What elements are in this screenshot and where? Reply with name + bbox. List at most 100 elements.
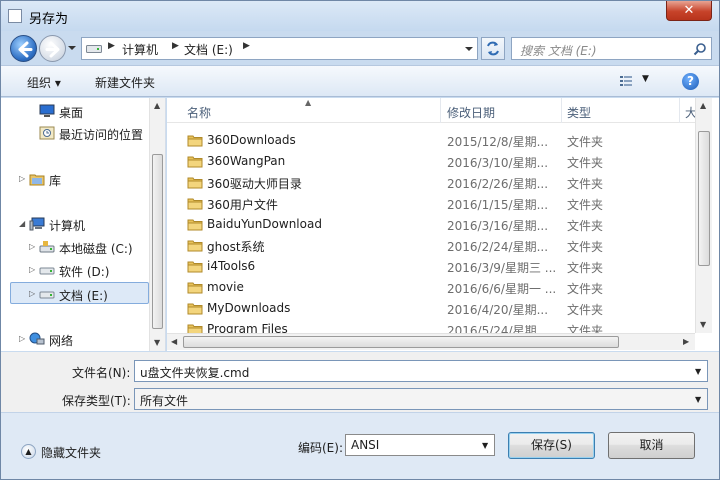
breadcrumb-separator[interactable]: ▶ [243, 41, 250, 51]
close-button[interactable]: ✕ [666, 1, 712, 21]
sidebar-item-libraries[interactable]: ▷ 库 [1, 168, 149, 190]
file-name: 360WangPan [207, 154, 286, 168]
file-date: 2016/3/9/星期三 ... [447, 261, 557, 275]
file-row[interactable]: 360用户文件 2016/1/15/星期... 文件夹 [167, 193, 695, 214]
filetype-select[interactable]: 所有文件 ▼ [134, 388, 708, 410]
column-type[interactable]: 类型 [567, 104, 591, 121]
file-type: 文件夹 [567, 177, 604, 191]
drive-icon [86, 45, 102, 53]
file-type: 文件夹 [567, 198, 604, 212]
address-bar[interactable]: ▶ 计算机 ▶ 文档 (E:) ▶ [81, 37, 478, 60]
search-placeholder: 搜索 文档 (E:) [520, 44, 597, 58]
breadcrumb-computer[interactable]: 计算机 [122, 41, 158, 58]
search-input[interactable]: 搜索 文档 (E:) [511, 37, 712, 60]
expand-arrow-icon[interactable]: ▷ [19, 174, 25, 183]
sidebar-item-recent-places[interactable]: 最近访问的位置 [1, 122, 149, 144]
refresh-button[interactable] [481, 37, 505, 60]
file-row[interactable]: movie 2016/6/6/星期一 ... 文件夹 [167, 277, 695, 298]
file-date: 2016/3/16/星期... [447, 219, 549, 233]
breadcrumb-drive-e[interactable]: 文档 (E:) [184, 41, 233, 58]
computer-icon [29, 217, 45, 231]
breadcrumb-separator[interactable]: ▶ [172, 41, 179, 51]
file-rows: 360Downloads 2015/12/8/星期... 文件夹 360WangPan… [167, 130, 695, 333]
command-toolbar: 组织 ▾ 新建文件夹 ▼ ? [1, 65, 719, 97]
view-options-icon[interactable] [619, 74, 633, 88]
folder-icon [187, 134, 203, 147]
file-row[interactable]: MyDownloads 2016/4/20/星期... 文件夹 [167, 298, 695, 319]
scroll-up-icon[interactable]: ▲ [700, 101, 706, 110]
encoding-select[interactable]: ANSI ▼ [345, 434, 495, 456]
file-row[interactable]: BaiduYunDownload 2016/3/16/星期... 文件夹 [167, 214, 695, 235]
collapse-up-icon[interactable]: ▲ [21, 444, 36, 459]
file-name: MyDownloads [207, 301, 291, 315]
file-row[interactable]: Program Files 2016/5/24/星期... 文件夹 [167, 319, 695, 333]
forward-arrow-icon [45, 41, 60, 58]
search-icon[interactable] [693, 42, 707, 56]
sort-ascending-icon: ▲ [305, 98, 312, 107]
file-list-vertical-scrollbar[interactable]: ▲ ▼ [695, 98, 712, 333]
expand-arrow-icon[interactable]: ▷ [29, 289, 35, 298]
file-row[interactable]: 360Downloads 2015/12/8/星期... 文件夹 [167, 130, 695, 151]
filetype-dropdown-icon[interactable]: ▼ [695, 395, 701, 404]
desktop-icon [39, 104, 55, 117]
scroll-down-icon[interactable]: ▼ [154, 338, 160, 347]
column-divider [679, 98, 680, 123]
collapse-arrow-icon[interactable]: ◢ [19, 219, 25, 228]
folder-icon [187, 239, 203, 252]
file-row[interactable]: i4Tools6 2016/3/9/星期三 ... 文件夹 [167, 256, 695, 277]
sidebar-item-drive-c[interactable]: ▷ 本地磁盘 (C:) [1, 236, 149, 258]
column-name[interactable]: 名称 [187, 104, 211, 121]
file-row[interactable]: 360驱动大师目录 2016/2/26/星期... 文件夹 [167, 172, 695, 193]
hide-folders-toggle[interactable]: 隐藏文件夹 [41, 444, 101, 461]
scroll-up-icon[interactable]: ▲ [154, 101, 160, 110]
organize-menu[interactable]: 组织 ▾ [27, 74, 61, 91]
breadcrumb-separator[interactable]: ▶ [108, 41, 115, 51]
sidebar-item-drive-d[interactable]: ▷ 软件 (D:) [1, 259, 149, 281]
sidebar-scrollbar[interactable]: ▲ ▼ [149, 98, 165, 351]
expand-arrow-icon[interactable]: ▷ [29, 242, 35, 251]
new-folder-button[interactable]: 新建文件夹 [95, 74, 155, 91]
scroll-left-icon[interactable]: ◀ [171, 337, 177, 346]
file-row[interactable]: 360WangPan 2016/3/10/星期... 文件夹 [167, 151, 695, 172]
encoding-value: ANSI [351, 438, 380, 452]
file-list-horizontal-scrollbar[interactable]: ◀ ▶ [167, 333, 695, 350]
sidebar-item-computer[interactable]: ◢ 计算机 [1, 213, 149, 235]
library-icon [29, 174, 45, 186]
cancel-button[interactable]: 取消 [608, 432, 695, 459]
expand-arrow-icon[interactable]: ▷ [29, 265, 35, 274]
column-date[interactable]: 修改日期 [447, 104, 495, 121]
recent-places-icon [39, 126, 55, 140]
column-divider [561, 98, 562, 123]
folder-icon [187, 155, 203, 168]
forward-button[interactable] [39, 35, 66, 62]
drive-icon [39, 267, 55, 275]
sidebar-scroll-thumb[interactable] [152, 154, 163, 329]
save-button[interactable]: 保存(S) [508, 432, 595, 459]
file-date: 2016/2/24/星期... [447, 240, 549, 254]
filename-label: 文件名(N): [72, 366, 131, 380]
encoding-dropdown-icon[interactable]: ▼ [482, 441, 488, 450]
recent-pages-dropdown[interactable] [67, 41, 77, 55]
horizontal-scroll-thumb[interactable] [183, 336, 619, 348]
file-name: Program Files [207, 322, 288, 333]
sidebar-item-desktop[interactable]: 桌面 [1, 100, 149, 122]
filetype-value: 所有文件 [140, 394, 189, 408]
expand-arrow-icon[interactable]: ▷ [19, 334, 25, 343]
sidebar-item-network[interactable]: ▷ 网络 [1, 328, 149, 350]
sidebar-item-drive-e[interactable]: ▷ 文档 (E:) [10, 282, 149, 304]
address-dropdown-icon[interactable] [463, 43, 475, 55]
view-dropdown-icon[interactable]: ▼ [642, 74, 649, 84]
filename-field[interactable]: u盘文件夹恢复.cmd ▼ [134, 360, 708, 382]
file-date: 2016/6/6/星期一 ... [447, 282, 557, 296]
back-button[interactable] [10, 35, 37, 62]
file-row[interactable]: ghost系统 2016/2/24/星期... 文件夹 [167, 235, 695, 256]
file-date: 2016/3/10/星期... [447, 156, 549, 170]
scroll-right-icon[interactable]: ▶ [683, 337, 689, 346]
save-form: 文件名(N): u盘文件夹恢复.cmd ▼ 保存类型(T): 所有文件 ▼ [1, 352, 719, 412]
help-icon[interactable]: ? [682, 73, 699, 90]
back-arrow-icon [18, 41, 33, 58]
vertical-scroll-thumb[interactable] [698, 131, 710, 266]
file-type: 文件夹 [567, 240, 604, 254]
filename-dropdown-icon[interactable]: ▼ [695, 367, 701, 376]
scroll-down-icon[interactable]: ▼ [700, 320, 706, 329]
